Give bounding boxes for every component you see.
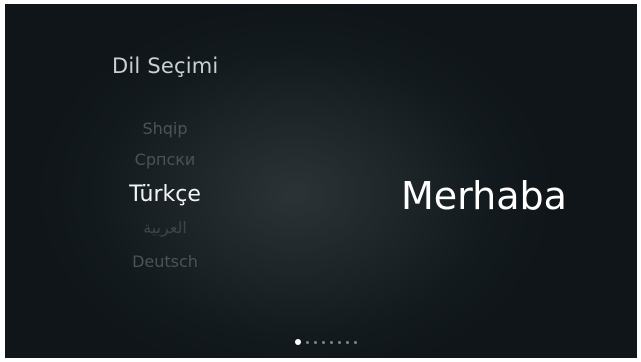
page-dot-active [295,339,301,345]
page-title: Dil Seçimi [112,54,219,78]
language-option-arabic[interactable]: العربية [85,218,245,237]
language-option-shqip[interactable]: Shqip [85,119,245,138]
language-option-deutsch[interactable]: Deutsch [85,252,245,271]
language-option-srpski[interactable]: Српски [85,150,245,169]
page-dot [354,340,357,344]
page-dot [346,340,349,344]
setup-screen: Dil Seçimi Shqip Српски Türkçe العربية D… [5,4,637,358]
page-indicator [295,338,357,346]
page-dot [314,340,317,344]
page-dot [338,340,341,344]
page-dot [322,340,325,344]
page-dot [306,340,309,344]
page-dot [330,340,333,344]
language-option-turkce-selected[interactable]: Türkçe [85,182,245,207]
greeting-preview: Merhaba [401,174,567,218]
